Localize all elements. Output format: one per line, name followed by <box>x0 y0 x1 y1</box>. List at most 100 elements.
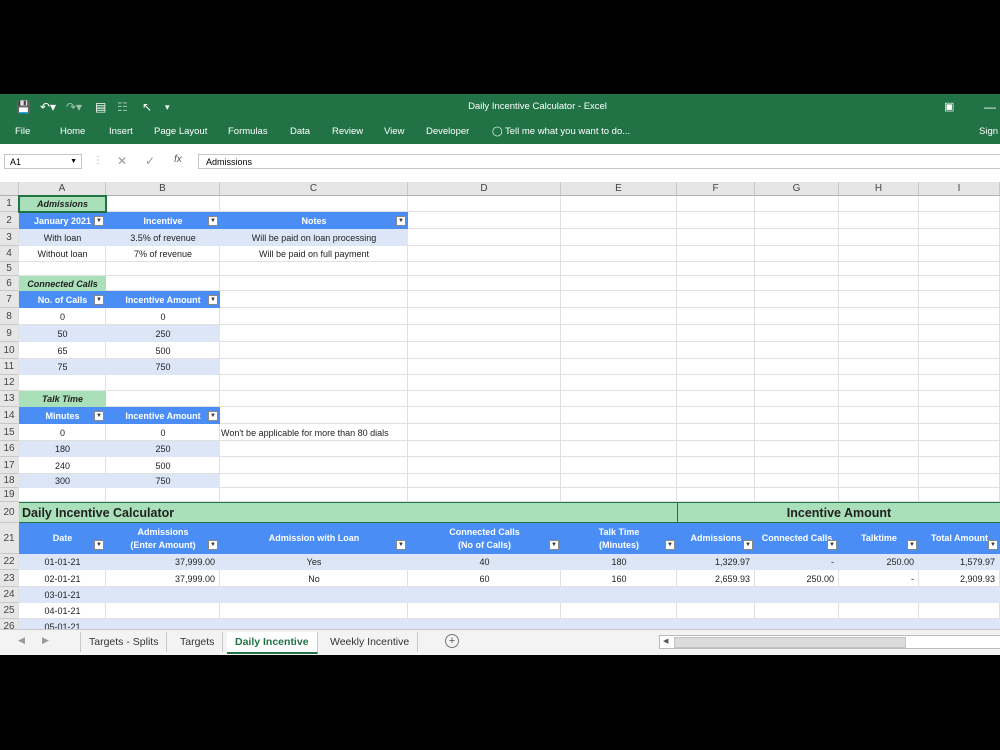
calculator-cell[interactable]: 04-01-21 <box>19 603 106 619</box>
row-header[interactable]: 18 <box>0 474 19 488</box>
worksheet-grid[interactable]: A B C D E F G H I 1 2 3 4 5 6 7 8 9 10 11 12 13 14 15 16 17 18 19 20… <box>0 182 1000 635</box>
calculator-cell[interactable] <box>677 603 755 619</box>
row-header[interactable]: 16 <box>0 441 19 457</box>
horizontal-scrollbar[interactable]: ◀ <box>659 635 1000 649</box>
row-header[interactable]: 22 <box>0 554 19 570</box>
calculator-cell[interactable]: 02-01-21 <box>19 570 106 587</box>
filter-dropdown-icon[interactable]: ▼ <box>208 215 218 226</box>
insert-function-icon[interactable]: fx <box>174 154 182 165</box>
select-all-corner[interactable] <box>0 182 19 196</box>
row-header[interactable]: 13 <box>0 391 19 407</box>
filter-dropdown-icon[interactable]: ▼ <box>208 410 218 421</box>
scroll-left-icon[interactable]: ◀ <box>18 635 25 646</box>
calculator-cell[interactable]: 03-01-21 <box>19 587 106 603</box>
sheet-tab-targets[interactable]: Targets <box>172 632 224 652</box>
calculator-cell[interactable] <box>919 587 1000 603</box>
row-header[interactable]: 1 <box>0 196 19 212</box>
row-header[interactable]: 5 <box>0 262 19 276</box>
row-header[interactable]: 14 <box>0 407 19 424</box>
calculator-cell[interactable] <box>755 603 839 619</box>
calculator-cell[interactable]: 1,579.97 <box>919 554 1000 570</box>
row-header[interactable]: 4 <box>0 246 19 262</box>
column-header[interactable]: B <box>106 182 220 196</box>
cancel-icon[interactable]: ✕ <box>117 154 127 168</box>
filter-dropdown-icon[interactable]: ▼ <box>94 294 104 305</box>
column-header[interactable]: E <box>561 182 677 196</box>
column-header[interactable]: C <box>220 182 408 196</box>
filter-dropdown-icon[interactable]: ▼ <box>94 539 104 550</box>
calculator-cell[interactable]: Yes <box>220 554 408 570</box>
tab-formulas[interactable]: Formulas <box>228 124 268 140</box>
sheet-tab-targets-splits[interactable]: Targets - Splits <box>80 632 168 652</box>
row-header[interactable]: 3 <box>0 229 19 246</box>
calculator-cell[interactable]: 60 <box>408 570 561 587</box>
filter-dropdown-icon[interactable]: ▼ <box>208 539 218 550</box>
column-header[interactable]: I <box>919 182 1000 196</box>
name-box[interactable]: A1 ▼ <box>4 154 82 169</box>
add-sheet-icon[interactable]: + <box>445 634 459 648</box>
row-header[interactable]: 25 <box>0 603 19 619</box>
formula-input[interactable]: Admissions <box>198 154 1000 169</box>
tab-review[interactable]: Review <box>332 124 363 140</box>
calculator-cell[interactable]: - <box>839 570 919 587</box>
calculator-cell[interactable] <box>408 603 561 619</box>
row-header[interactable]: 21 <box>0 523 19 554</box>
filter-dropdown-icon[interactable]: ▼ <box>396 539 406 550</box>
row-header[interactable]: 15 <box>0 424 19 441</box>
scroll-left-arrow-icon[interactable]: ◀ <box>663 636 668 648</box>
tab-data[interactable]: Data <box>290 124 310 140</box>
tab-page-layout[interactable]: Page Layout <box>154 124 207 140</box>
column-header[interactable]: F <box>677 182 755 196</box>
calculator-cell[interactable]: 2,909.93 <box>919 570 1000 587</box>
calculator-cell[interactable]: No <box>220 570 408 587</box>
calculator-cell[interactable]: 250.00 <box>755 570 839 587</box>
row-header[interactable]: 2 <box>0 212 19 229</box>
calculator-cell[interactable] <box>220 587 408 603</box>
row-header[interactable]: 24 <box>0 587 19 603</box>
sheet-tab-daily-incentive[interactable]: Daily Incentive <box>227 632 318 654</box>
calculator-cell[interactable] <box>220 603 408 619</box>
filter-dropdown-icon[interactable]: ▼ <box>907 539 917 550</box>
scrollbar-thumb[interactable] <box>674 637 906 648</box>
calculator-cell[interactable]: 180 <box>561 554 677 570</box>
tab-developer[interactable]: Developer <box>426 124 469 140</box>
calculator-cell[interactable]: 40 <box>408 554 561 570</box>
calculator-cell[interactable] <box>677 587 755 603</box>
calculator-cell[interactable] <box>106 603 220 619</box>
filter-dropdown-icon[interactable]: ▼ <box>743 539 753 550</box>
calculator-cell[interactable] <box>839 587 919 603</box>
filter-dropdown-icon[interactable]: ▼ <box>549 539 559 550</box>
row-header[interactable]: 12 <box>0 375 19 391</box>
calculator-cell[interactable]: 250.00 <box>839 554 919 570</box>
calculator-cell[interactable]: 37,999.00 <box>106 554 220 570</box>
tab-file[interactable]: File <box>15 124 30 140</box>
filter-dropdown-icon[interactable]: ▼ <box>827 539 837 550</box>
tell-me-box[interactable]: Tell me what you want to do... <box>505 124 630 140</box>
column-header[interactable]: D <box>408 182 561 196</box>
filter-dropdown-icon[interactable]: ▼ <box>665 539 675 550</box>
scroll-right-icon[interactable]: ▶ <box>42 635 49 646</box>
calculator-cell[interactable]: 01-01-21 <box>19 554 106 570</box>
enter-icon[interactable]: ✓ <box>145 154 155 168</box>
row-header[interactable]: 7 <box>0 291 19 308</box>
sign-in-link[interactable]: Sign <box>979 124 998 140</box>
column-header[interactable]: G <box>755 182 839 196</box>
row-header[interactable]: 19 <box>0 488 19 502</box>
tab-home[interactable]: Home <box>60 124 85 140</box>
row-header[interactable]: 11 <box>0 359 19 375</box>
chevron-down-icon[interactable]: ▼ <box>70 155 77 169</box>
calculator-cell[interactable] <box>755 587 839 603</box>
row-header[interactable]: 10 <box>0 342 19 359</box>
filter-dropdown-icon[interactable]: ▼ <box>988 539 998 550</box>
filter-dropdown-icon[interactable]: ▼ <box>396 215 406 226</box>
calculator-cell[interactable]: 37,999.00 <box>106 570 220 587</box>
filter-dropdown-icon[interactable]: ▼ <box>94 410 104 421</box>
column-header[interactable]: A <box>19 182 106 196</box>
calculator-cell[interactable] <box>919 603 1000 619</box>
filter-dropdown-icon[interactable]: ▼ <box>94 215 104 226</box>
row-header[interactable]: 9 <box>0 325 19 342</box>
tab-insert[interactable]: Insert <box>109 124 133 140</box>
calculator-cell[interactable]: 2,659.93 <box>677 570 755 587</box>
column-header[interactable]: H <box>839 182 919 196</box>
sheet-tab-weekly-incentive[interactable]: Weekly Incentive <box>322 632 419 652</box>
